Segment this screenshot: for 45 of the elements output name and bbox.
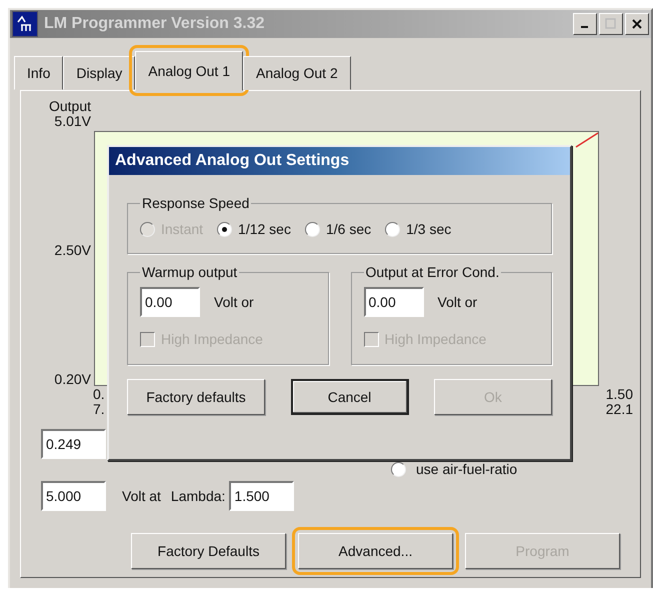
- radio-button[interactable]: [385, 222, 400, 236]
- axis-label: 2.50V: [54, 243, 91, 258]
- axis-label: 1.50: [606, 387, 633, 402]
- axis-label: 0.20V: [54, 372, 91, 387]
- input-field[interactable]: 0.00: [364, 287, 424, 317]
- tab[interactable]: Display: [63, 56, 136, 90]
- input-field[interactable]: 1.500: [229, 481, 294, 511]
- radio-option[interactable]: 1/12 sec: [217, 221, 291, 237]
- tab[interactable]: Info: [14, 56, 64, 90]
- minimize-icon[interactable]: [573, 13, 597, 35]
- push-button[interactable]: Factory defaults: [127, 379, 265, 415]
- radio-button[interactable]: [304, 222, 320, 236]
- radio-option[interactable]: 1/6 sec: [304, 221, 372, 237]
- radio-button[interactable]: [217, 222, 232, 236]
- radio-label: 1/3 sec: [406, 221, 452, 237]
- close-icon[interactable]: [625, 13, 649, 35]
- field-label: Volt or: [438, 294, 478, 310]
- tab[interactable]: Analog Out 1: [135, 51, 243, 91]
- tab[interactable]: Analog Out 2: [243, 56, 351, 90]
- window-title: LM Programmer Version 3.32: [44, 15, 266, 33]
- input-field[interactable]: 0.00: [140, 287, 200, 317]
- axis-label: 7.: [93, 402, 105, 417]
- radio-label: use air-fuel-ratio: [416, 461, 518, 477]
- axis-label: 22.1: [606, 402, 633, 417]
- maximize-icon[interactable]: [599, 13, 623, 35]
- input-field[interactable]: 5.000: [41, 481, 106, 511]
- radio-label: 1/12 sec: [238, 221, 291, 237]
- group-title: Response Speed: [141, 195, 250, 211]
- radio-option[interactable]: 1/3 sec: [385, 221, 452, 237]
- field-label: Lambda:: [170, 488, 226, 504]
- group-title: Warmup output: [141, 264, 238, 280]
- field-label: Volt or: [214, 294, 254, 310]
- push-button[interactable]: Cancel: [290, 379, 408, 415]
- axis-title: Output: [48, 99, 91, 114]
- dialog-title: Advanced Analog Out Settings: [109, 147, 570, 175]
- axis-label: 5.01V: [54, 114, 91, 129]
- input-field[interactable]: 0.249: [41, 429, 106, 459]
- app-icon: [12, 11, 38, 37]
- radio-label: 1/6 sec: [326, 221, 372, 237]
- radio-button[interactable]: [391, 462, 406, 476]
- field-label: Volt at: [122, 488, 161, 504]
- push-button[interactable]: Factory Defaults: [131, 533, 286, 569]
- push-button[interactable]: Advanced...: [298, 533, 453, 569]
- axis-label: 0.: [93, 387, 105, 402]
- group-title: Output at Error Cond.: [364, 264, 500, 280]
